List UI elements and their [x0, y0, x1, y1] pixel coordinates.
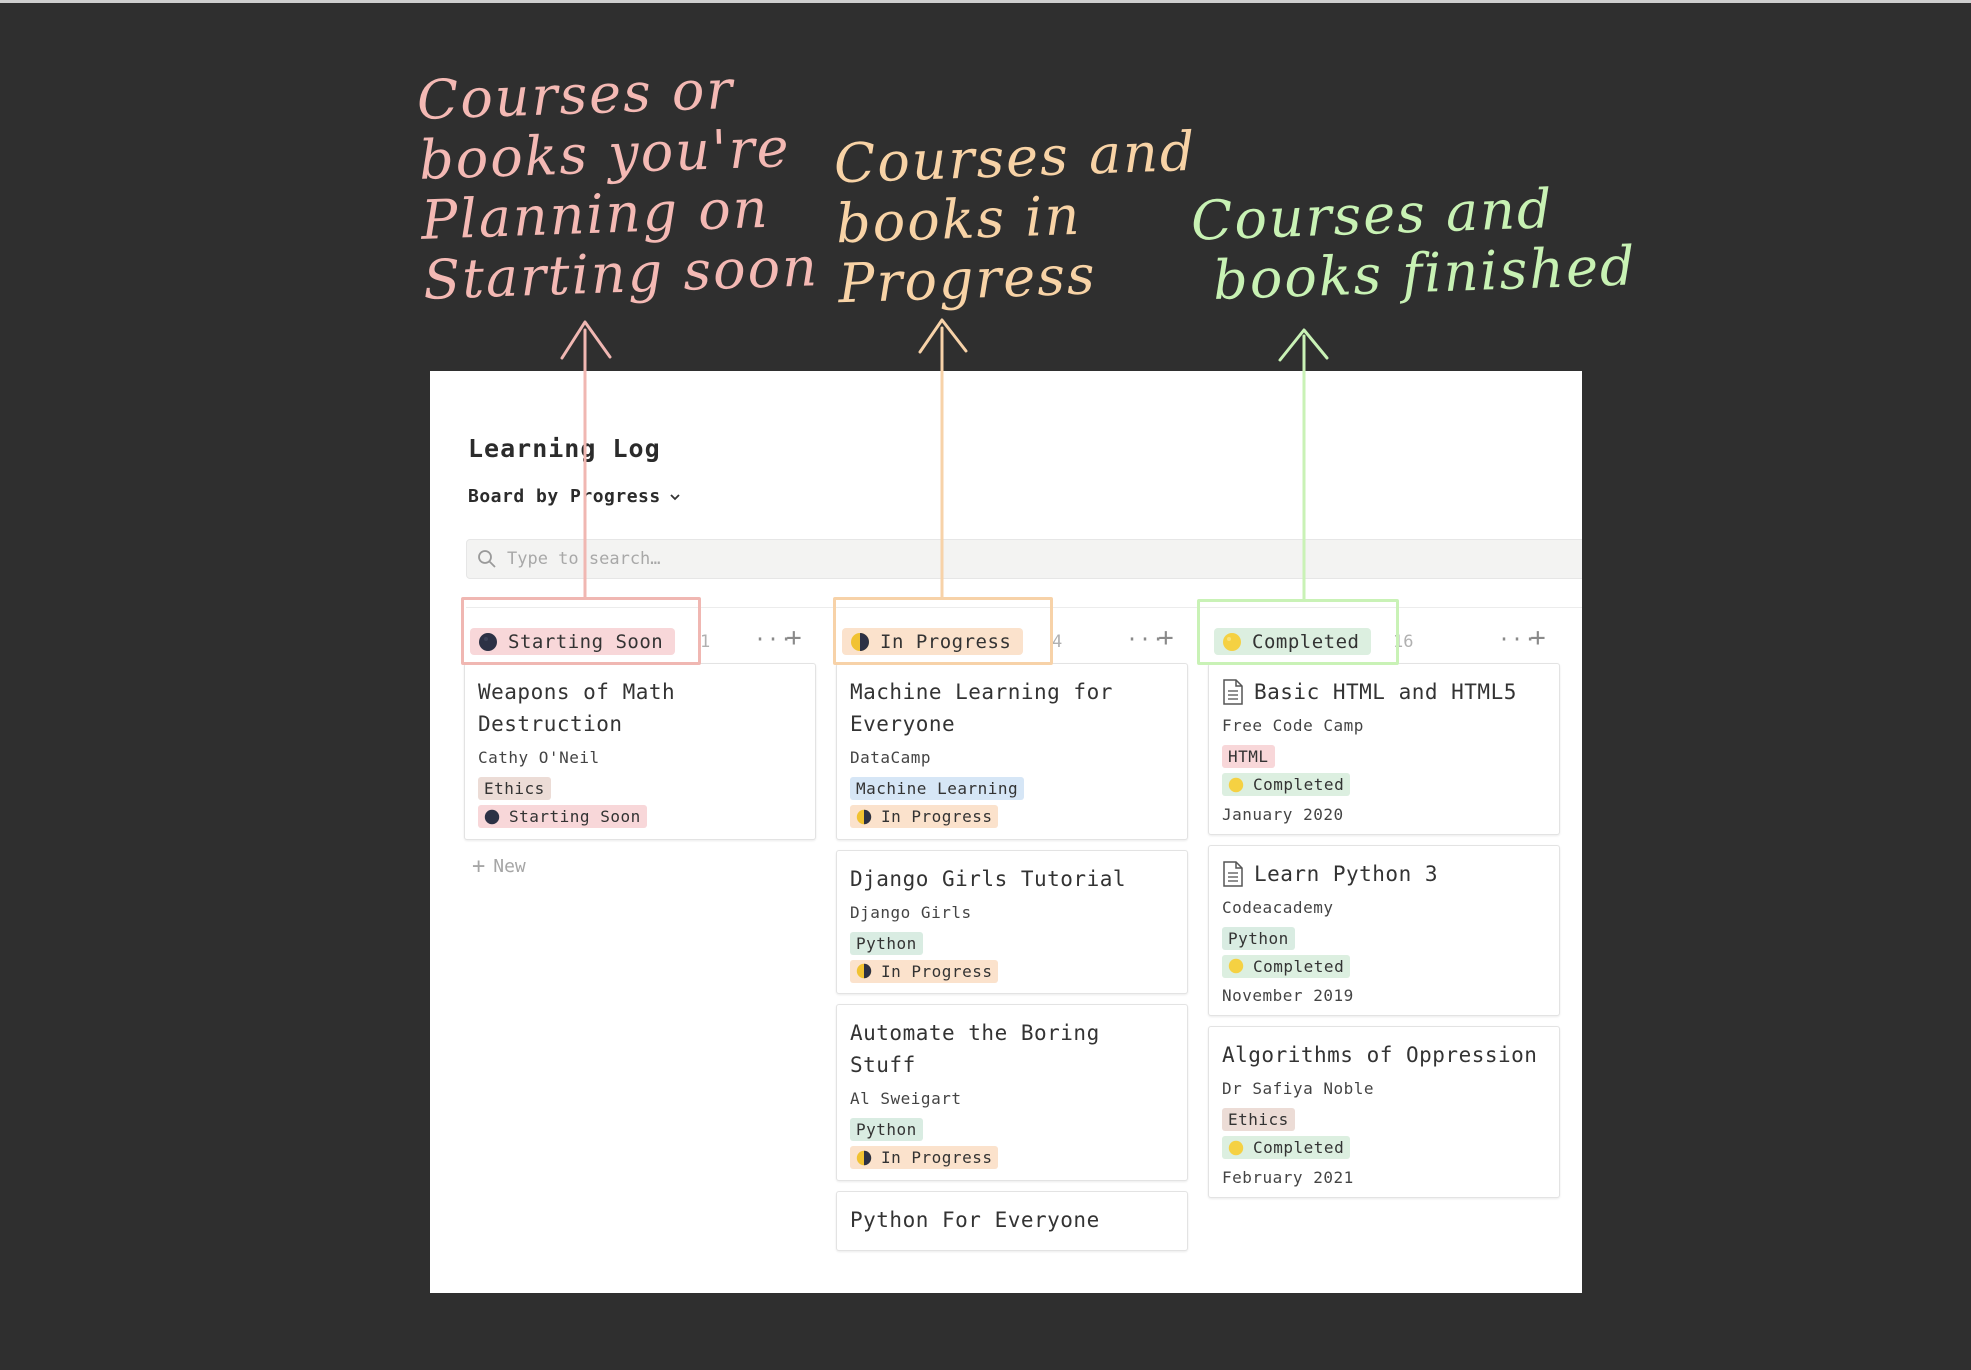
- topic-tag: Machine Learning: [850, 777, 1025, 800]
- card[interactable]: Algorithms of Oppression Dr Safiya Noble…: [1208, 1026, 1560, 1198]
- card-title: Basic HTML and HTML5: [1222, 676, 1547, 708]
- card[interactable]: Learn Python 3 Codeacademy Python Comple…: [1208, 844, 1560, 1016]
- search-bar[interactable]: [466, 539, 1582, 579]
- annotation-in-progress: Courses and books in Progress: [832, 119, 1198, 316]
- full-moon-icon: [1228, 1140, 1244, 1155]
- card[interactable]: Django Girls Tutorial Django Girls Pytho…: [836, 849, 1188, 994]
- card-date: January 2020: [1222, 804, 1344, 824]
- card-source: Django Girls: [850, 902, 972, 922]
- add-card-icon[interactable]: +: [1158, 623, 1174, 653]
- card-title: Machine Learning for Everyone: [850, 680, 1113, 736]
- half-moon-icon: [856, 963, 872, 979]
- card-source: Free Code Camp: [1222, 716, 1364, 735]
- add-card-icon[interactable]: +: [786, 623, 802, 653]
- new-card-button[interactable]: + New: [472, 854, 818, 879]
- column-completed: Completed 16 ··· + Basic HTML and HTML5 …: [1208, 619, 1562, 1208]
- card[interactable]: Automate the Boring Stuff Al Sweigart Py…: [836, 1004, 1188, 1181]
- card-source: Al Sweigart: [850, 1089, 962, 1108]
- status-tag: In Progress: [850, 805, 999, 828]
- half-moon-icon: [856, 809, 872, 824]
- card-date: November 2019: [1222, 986, 1354, 1005]
- document-icon: [1223, 860, 1243, 887]
- search-icon: [478, 550, 496, 568]
- card[interactable]: Python For Everyone: [836, 1190, 1188, 1251]
- half-moon-icon: [856, 1150, 872, 1165]
- highlight-starting-soon: [461, 597, 701, 665]
- annotation-completed: Courses and books finished: [1189, 177, 1638, 313]
- topic-tag: Python: [850, 931, 923, 955]
- status-tag: In Progress: [850, 959, 999, 983]
- annotation-starting-soon: Courses or books you're Planning on Star…: [415, 57, 820, 312]
- card-source: Cathy O'Neil: [478, 748, 600, 767]
- card[interactable]: Machine Learning for Everyone DataCamp M…: [836, 663, 1188, 840]
- status-tag: Completed: [1222, 1136, 1351, 1159]
- card-date: February 2021: [1222, 1167, 1354, 1187]
- new-moon-icon: [484, 809, 500, 824]
- highlight-in-progress: [833, 597, 1053, 665]
- top-strip: [0, 0, 1971, 3]
- group-count: 1: [700, 632, 711, 652]
- plus-icon: +: [472, 853, 486, 879]
- card-source: DataCamp: [850, 748, 932, 767]
- view-switcher[interactable]: Board by Progress: [468, 486, 681, 507]
- add-card-icon[interactable]: +: [1530, 623, 1546, 653]
- page-title: Learning Log: [468, 434, 661, 463]
- highlight-completed: [1197, 599, 1399, 665]
- status-tag: Completed: [1222, 954, 1351, 978]
- topic-tag: Python: [850, 1118, 923, 1141]
- card-title: Automate the Boring Stuff: [850, 1021, 1100, 1077]
- card[interactable]: Weapons of Math Destruction Cathy O'Neil…: [464, 663, 816, 840]
- card-source: Codeacademy: [1222, 897, 1334, 917]
- topic-tag: Ethics: [1222, 1108, 1295, 1131]
- card-source: Dr Safiya Noble: [1222, 1079, 1374, 1098]
- topic-tag: Ethics: [478, 777, 551, 800]
- full-moon-icon: [1228, 958, 1244, 974]
- full-moon-icon: [1228, 777, 1244, 792]
- card[interactable]: Basic HTML and HTML5 Free Code Camp HTML…: [1208, 663, 1560, 835]
- status-tag: Starting Soon: [478, 805, 647, 828]
- card-title: Python For Everyone: [850, 1207, 1100, 1232]
- document-icon: [1223, 679, 1243, 705]
- card-title: Algorithms of Oppression: [1222, 1043, 1538, 1067]
- learning-log-window: Learning Log Board by Progress Starting …: [430, 371, 1582, 1293]
- card-title: Django Girls Tutorial: [850, 866, 1127, 891]
- status-tag: Completed: [1222, 773, 1351, 796]
- card-title: Learn Python 3: [1222, 858, 1547, 890]
- chevron-down-icon: [670, 493, 680, 500]
- topic-tag: HTML: [1222, 745, 1275, 768]
- status-tag: In Progress: [850, 1146, 999, 1169]
- card-title: Weapons of Math Destruction: [478, 680, 676, 736]
- column-in-progress: In Progress 4 ··· + Machine Learning for…: [836, 619, 1190, 1261]
- group-count: 4: [1052, 632, 1063, 652]
- search-input[interactable]: [505, 548, 1409, 570]
- topic-tag: Python: [1222, 926, 1295, 950]
